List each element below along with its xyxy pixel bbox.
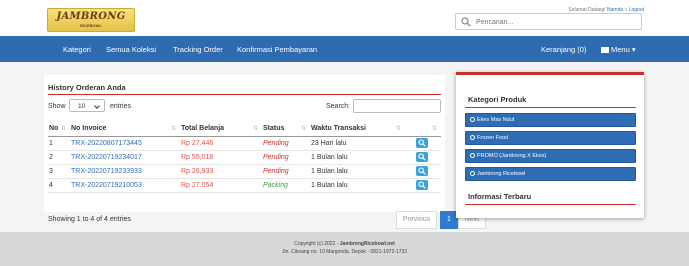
circle-icon: [470, 171, 475, 176]
table-search-input[interactable]: [353, 99, 441, 113]
circle-icon: [470, 135, 475, 140]
row-total: Rp 55,018: [180, 150, 262, 165]
row-total: Rp 26,933: [180, 164, 262, 179]
nav-konfirmasi-pembayaran[interactable]: Konfirmasi Pembayaran: [237, 45, 317, 54]
search-icon: [418, 167, 426, 175]
logo-subtext: RICEBOWL: [80, 23, 102, 28]
sidebar-divider: [465, 107, 636, 108]
status-badge: Pending: [262, 136, 310, 151]
col-waktu[interactable]: Waktu Transaksi ⇅: [310, 122, 405, 137]
invoice-link[interactable]: TRX-20220719233933: [70, 164, 180, 179]
page-size-value: 10: [78, 103, 86, 110]
col-no[interactable]: No ⇅: [48, 122, 70, 137]
site-search-input[interactable]: [476, 16, 636, 28]
circle-icon: [470, 153, 475, 158]
sort-icon: ⇅: [170, 126, 176, 132]
view-order-button[interactable]: [416, 152, 428, 162]
footer-copyright: Copyright (c) 2022 - JambrongRicebowl.ne…: [294, 241, 395, 247]
invoice-link[interactable]: TRX-20220807173445: [70, 136, 180, 151]
sidebar-title: Kategori Produk: [468, 95, 527, 104]
category-sidebar: Kategori Produk Ekes Mas Ndut Frozen Foo…: [456, 72, 644, 218]
row-time: 1 Bulan lalu: [310, 150, 405, 165]
table-info: Showing 1 to 4 of 4 entries: [48, 216, 131, 223]
site-header: JAMBRONG RICEBOWL Selamat Datang! Namda …: [0, 0, 689, 36]
status-badge: Pending: [262, 164, 310, 179]
nav-cart[interactable]: Keranjang (0): [541, 45, 586, 54]
sort-icon: ⇅: [300, 126, 306, 132]
table-row: 4 TRX-20220719210053 Rp 27.054 Packing 1…: [48, 178, 441, 193]
search-icon: [461, 17, 471, 27]
table-row: 1 TRX-20220807173445 Rp 27.446 Pending 2…: [48, 136, 441, 151]
category-promo[interactable]: PROMO (Jambrong X Ekes): [465, 149, 636, 163]
row-time: 1 Bulan lalu: [310, 178, 405, 193]
main-navbar: Kategori Semua Koleksi Tracking Order Ko…: [0, 36, 689, 62]
info-divider: [465, 204, 636, 205]
row-total: Rp 27.446: [180, 136, 262, 151]
table-header-row: No ⇅ No Invoice ⇅ Total Belanja ⇅ Status ⇅ W…: [48, 122, 441, 137]
site-logo[interactable]: JAMBRONG RICEBOWL: [47, 8, 135, 32]
entries-label: entries: [110, 103, 132, 110]
col-invoice[interactable]: No Invoice ⇅: [70, 122, 180, 137]
info-title: Informasi Terbaru: [468, 192, 532, 201]
view-order-button[interactable]: [416, 166, 428, 176]
col-action[interactable]: ⇅: [405, 122, 441, 137]
orders-table: No ⇅ No Invoice ⇅ Total Belanja ⇅ Status ⇅ W…: [48, 122, 441, 193]
nav-menu-button[interactable]: Menu ▾: [601, 45, 636, 54]
col-total[interactable]: Total Belanja ⇅: [180, 122, 262, 137]
category-frozen-food[interactable]: Frozen Food: [465, 131, 636, 145]
nav-tracking-order[interactable]: Tracking Order: [173, 45, 223, 54]
nav-kategori[interactable]: Kategori: [63, 45, 91, 54]
show-label: Show: [48, 103, 66, 110]
nav-menu-label: Menu: [611, 45, 630, 54]
row-no: 1: [48, 136, 70, 151]
row-time: 1 Bulan lalu: [310, 164, 405, 179]
invoice-link[interactable]: TRX-20220719234017: [70, 150, 180, 165]
nav-semua-koleksi[interactable]: Semua Koleksi: [106, 45, 156, 54]
footer-address: Jln. Cikoang no. 10 Margonda, Depok - 08…: [281, 249, 408, 255]
category-ekes-mas-ndut[interactable]: Ekes Mas Ndut: [465, 113, 636, 127]
table-row: 2 TRX-20220719234017 Rp 55,018 Pending 1…: [48, 150, 441, 165]
sort-icon: ⇅: [60, 126, 66, 132]
search-icon: [418, 181, 426, 189]
menu-icon: [601, 47, 609, 53]
sort-icon: ⇅: [395, 126, 401, 132]
view-order-button[interactable]: [416, 138, 428, 148]
title-divider: [48, 94, 441, 95]
chevron-down-icon: [94, 103, 100, 109]
row-action: [405, 178, 441, 193]
footer-brand: JambrongRicebowl.net: [339, 241, 395, 247]
invoice-link[interactable]: TRX-20220719210053: [70, 178, 180, 193]
row-no: 3: [48, 164, 70, 179]
sort-icon: ⇅: [252, 126, 258, 132]
order-history-title: History Orderan Anda: [48, 83, 126, 92]
row-no: 2: [48, 150, 70, 165]
circle-icon: [470, 117, 475, 122]
pagination-previous[interactable]: Previous: [396, 211, 437, 229]
table-row: 3 TRX-20220719233933 Rp 26,933 Pending 1…: [48, 164, 441, 179]
view-order-button[interactable]: [416, 180, 428, 190]
site-footer: Copyright (c) 2022 - JambrongRicebowl.ne…: [0, 232, 689, 266]
row-total: Rp 27.054: [180, 178, 262, 193]
site-search[interactable]: [455, 13, 642, 30]
col-status[interactable]: Status ⇅: [262, 122, 310, 137]
order-history-panel: History Orderan Anda Show 10 entries Sea…: [44, 75, 486, 229]
table-search-label: Search:: [326, 103, 351, 110]
sort-icon: ⇅: [431, 126, 437, 132]
category-jambrong-ricebowl[interactable]: Jambrong Ricebowl: [465, 167, 636, 181]
page-size-select[interactable]: 10: [69, 99, 105, 112]
row-action: [405, 136, 441, 151]
row-no: 4: [48, 178, 70, 193]
status-badge: Packing: [262, 178, 310, 193]
status-badge: Pending: [262, 150, 310, 165]
row-action: [405, 150, 441, 165]
row-action: [405, 164, 441, 179]
search-icon: [418, 139, 426, 147]
row-time: 23 Hari lalu: [310, 136, 405, 151]
logo-text: JAMBRONG: [56, 11, 126, 22]
search-icon: [418, 153, 426, 161]
